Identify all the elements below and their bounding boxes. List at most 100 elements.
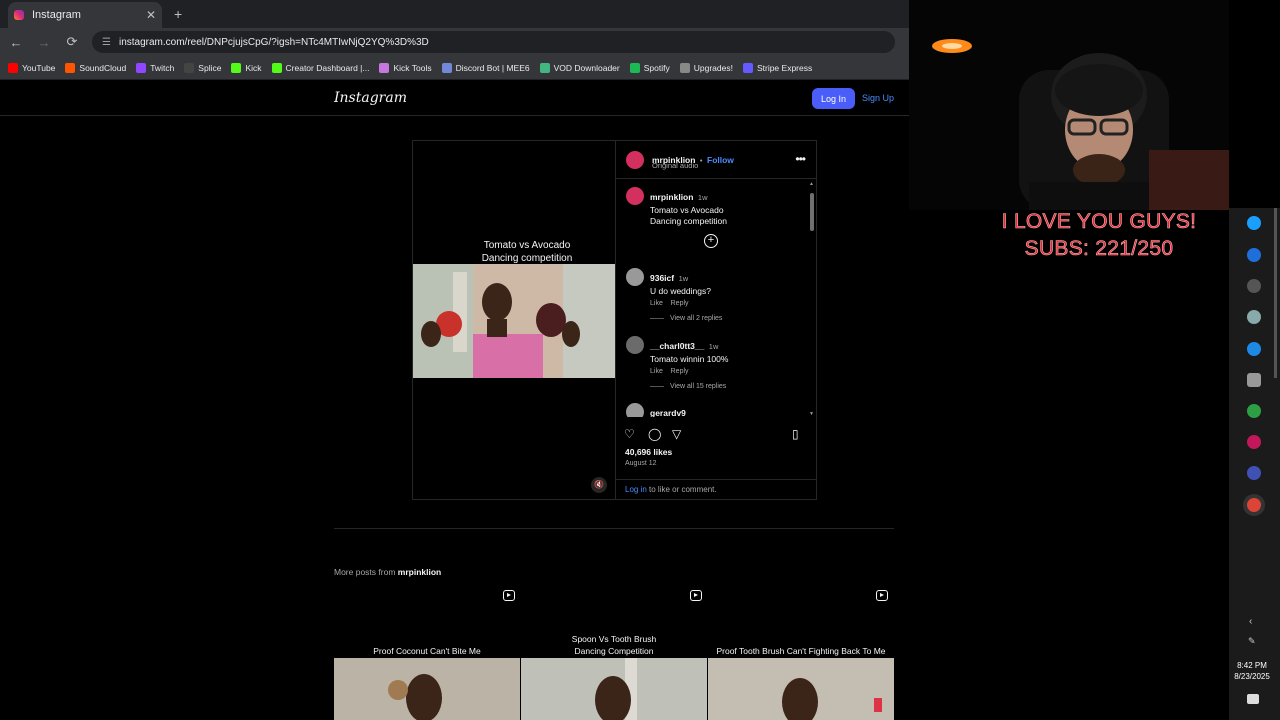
instagram-logo[interactable]: Instagram	[334, 90, 407, 106]
bookmark-favicon-icon	[679, 62, 690, 73]
signup-button[interactable]: Sign Up	[862, 93, 894, 103]
comment-actions: Like Reply	[650, 368, 810, 375]
caption-text: Tomato vs Avocado Dancing competition	[650, 205, 728, 226]
app-icon[interactable]	[1247, 373, 1261, 387]
reel-video[interactable]: Tomato vs Avocado Dancing competition 🔇	[413, 141, 615, 499]
bookmark-item[interactable]: VOD Downloader	[539, 62, 620, 73]
app-icon[interactable]	[1247, 404, 1261, 418]
bookmark-item[interactable]: Splice	[184, 62, 222, 73]
bookmark-icon[interactable]: ▯	[792, 427, 799, 441]
browser-toolbar: ← → ⟳ ☰ instagram.com/reel/DNPcjujsCpG/?…	[0, 28, 909, 56]
view-replies-button[interactable]: View all 2 replies	[650, 315, 722, 322]
tab-bar: Instagram ✕ +	[0, 0, 909, 28]
scroll-up-icon[interactable]: ▲	[809, 181, 814, 187]
notifications-icon[interactable]	[1247, 694, 1259, 704]
app-icon[interactable]	[1247, 279, 1261, 293]
comment-username[interactable]: 936icf	[650, 273, 674, 283]
author-avatar[interactable]	[626, 151, 644, 169]
post-date: August 12	[625, 460, 657, 467]
bookmark-label: VOD Downloader	[553, 62, 620, 73]
follow-button[interactable]: Follow	[707, 155, 734, 165]
comment-time: 1w	[678, 274, 689, 283]
comment-username[interactable]: __charl0tt3__	[650, 341, 704, 351]
audio-label[interactable]: Original audio	[652, 161, 698, 170]
comment-reply-button[interactable]: Reply	[671, 300, 689, 307]
comment-time: 1w	[708, 342, 719, 351]
steam-icon[interactable]	[1247, 216, 1261, 230]
more-post-thumbnail[interactable]	[708, 658, 894, 720]
more-posts-prefix: More posts from	[334, 567, 398, 577]
new-tab-button[interactable]: +	[174, 6, 182, 22]
system-clock[interactable]: 8:42 PM 8/23/2025	[1229, 660, 1275, 682]
app-icon[interactable]	[1247, 310, 1261, 324]
caption-username[interactable]: mrpinklion	[650, 192, 693, 202]
url-text: instagram.com/reel/DNPcjujsCpG/?igsh=NTc…	[118, 36, 429, 48]
chrome-icon[interactable]	[1247, 498, 1261, 512]
more-post-thumbnail[interactable]	[334, 658, 520, 720]
thumbnail-image	[708, 658, 894, 720]
bookmark-favicon-icon	[231, 62, 242, 73]
more-post-title: Spoon Vs Tooth Brush Dancing Competition	[571, 634, 657, 656]
bookmark-favicon-icon	[8, 62, 18, 73]
bookmark-item[interactable]: Kick Tools	[379, 62, 432, 73]
mute-icon[interactable]: 🔇	[591, 477, 607, 493]
comment-avatar[interactable]	[626, 336, 644, 354]
likes-count[interactable]: 40,696 likes	[625, 447, 672, 457]
reel-title: Tomato vs Avocado Dancing competition	[481, 240, 573, 264]
comment-avatar[interactable]	[626, 403, 644, 417]
tab-close-icon[interactable]: ✕	[146, 8, 156, 22]
comment-username[interactable]: gerardv9	[650, 408, 686, 417]
bookmark-item[interactable]: Kick	[231, 62, 262, 73]
app-icon[interactable]	[1247, 435, 1261, 449]
comment-like-button[interactable]: Like	[650, 300, 663, 307]
comment-bubble-icon[interactable]: ◯	[648, 427, 661, 441]
login-button[interactable]: Log In	[812, 88, 855, 109]
bookmark-label: Discord Bot | MEE6	[455, 62, 530, 73]
load-more-comments-icon[interactable]: +	[704, 234, 718, 248]
bookmark-item[interactable]: Stripe Express	[742, 62, 812, 73]
bookmark-item[interactable]: Upgrades!	[679, 62, 733, 73]
video-frame[interactable]	[413, 264, 615, 378]
pen-icon[interactable]: ✎	[1248, 636, 1256, 647]
back-button[interactable]: ←	[8, 35, 24, 50]
comment-like-button[interactable]: Like	[650, 368, 663, 375]
like-heart-icon[interactable]: ♡	[624, 427, 635, 441]
more-options-icon[interactable]: •••	[795, 152, 806, 166]
bookmark-item[interactable]: SoundCloud	[65, 62, 127, 73]
scroll-thumb[interactable]	[810, 193, 814, 231]
view-replies-button[interactable]: View all 15 replies	[650, 383, 726, 390]
comment-avatar[interactable]	[626, 268, 644, 286]
site-info-icon[interactable]: ☰	[102, 37, 111, 48]
share-send-icon[interactable]: ▽	[672, 427, 681, 441]
more-post-thumbnail[interactable]	[521, 658, 707, 720]
caption-avatar[interactable]	[626, 187, 644, 205]
reel-post: Tomato vs Avocado Dancing competition 🔇 …	[412, 140, 817, 500]
tab-title: Instagram	[32, 9, 81, 21]
bookmark-item[interactable]: YouTube	[8, 62, 55, 73]
bookmark-favicon-icon	[379, 62, 390, 73]
app-icon[interactable]	[1247, 248, 1261, 262]
reload-button[interactable]: ⟳	[64, 34, 80, 50]
instagram-page: Instagram Log In Sign Up Tomato vs Avoca…	[0, 80, 909, 720]
app-icon[interactable]	[1247, 342, 1261, 356]
bookmark-label: SoundCloud	[79, 62, 127, 73]
bookmark-label: Splice	[198, 62, 222, 73]
more-posts-username[interactable]: mrpinklion	[398, 567, 441, 577]
scroll-down-icon[interactable]: ▼	[809, 411, 814, 417]
comment-reply-button[interactable]: Reply	[671, 368, 689, 375]
bookmark-item[interactable]: Spotify	[629, 62, 670, 73]
bookmark-item[interactable]: Creator Dashboard |...	[271, 62, 369, 73]
login-link[interactable]: Log in	[625, 485, 647, 494]
address-bar[interactable]: ☰ instagram.com/reel/DNPcjujsCpG/?igsh=N…	[92, 31, 895, 53]
chevron-left-icon[interactable]: ‹	[1249, 616, 1252, 627]
forward-button[interactable]: →	[36, 35, 52, 50]
instagram-favicon-icon	[14, 10, 24, 20]
bookmark-item[interactable]: Twitch	[136, 62, 174, 73]
taskbar-scrollbar[interactable]	[1274, 208, 1277, 378]
comments-scrollbar[interactable]: ▲ ▼	[809, 181, 815, 417]
bookmark-label: Kick Tools	[393, 62, 432, 73]
thumbnail-image	[521, 658, 707, 720]
tab-instagram[interactable]: Instagram ✕	[8, 2, 162, 28]
app-icon[interactable]	[1247, 466, 1261, 480]
bookmark-item[interactable]: Discord Bot | MEE6	[441, 62, 530, 73]
